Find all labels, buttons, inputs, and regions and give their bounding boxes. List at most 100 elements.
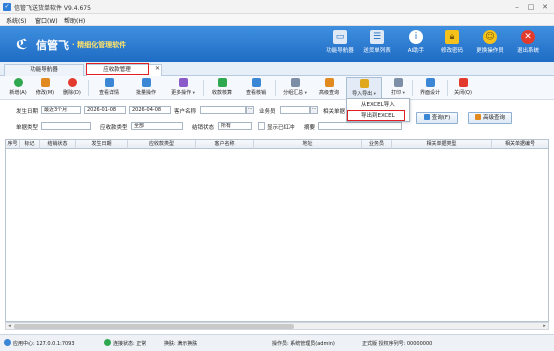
col-address[interactable]: 地址 [254,140,362,149]
col-mark[interactable]: 标记 [20,140,40,149]
lock-icon: 🔒︎ [445,30,459,44]
salesman-input[interactable] [280,106,310,114]
date-from-field[interactable]: 2026-01-08 [84,106,126,114]
scroll-left-icon[interactable]: ◂ [6,323,13,329]
advanced-query-button[interactable]: 高级查询 [468,112,512,124]
advanced-query-toolbar-button[interactable]: 高级查询 [314,77,344,99]
advanced-query-icon [324,78,334,87]
batch-operation-button[interactable]: 批量操作 [130,77,162,99]
search-icon [423,114,430,120]
scrollbar-thumb[interactable] [14,324,294,329]
nav-delivery-list[interactable]: ☰ 送货单列表 [357,30,397,60]
import-export-button[interactable]: 导入导出 ▾ [346,77,382,99]
nav-exit-system[interactable]: ✕ 退出系统 [508,30,548,60]
settle-status-select[interactable]: 所有 [218,122,252,130]
app-icon: ✓ [3,3,11,11]
menu-window[interactable]: 窗口(W) [35,16,58,25]
customer-input[interactable] [200,106,246,114]
summary-icon [290,78,300,87]
details-icon [104,78,114,87]
more-operations-button[interactable]: 更多操作 ▾ [166,77,200,99]
close-window-button[interactable]: ✕ [540,2,550,12]
nav-switch-operator[interactable]: ☺ 更换操作员 [470,30,510,60]
delete-button[interactable]: 删除(D) [60,77,84,99]
ar-type-label: 应收款类型 [100,125,128,131]
group-summary-button[interactable]: 分组汇总 ▾ [278,77,312,99]
add-button[interactable]: 新增(A) [6,77,30,99]
col-salesman[interactable]: 业务员 [362,140,392,149]
horizontal-scrollbar[interactable]: ◂ ▸ [5,322,549,330]
folder-icon [359,79,369,88]
date-label: 发生日期 [16,109,39,115]
edit-icon [40,78,50,87]
list-icon: ☰ [370,30,384,44]
window-title: 信管飞送货单软件 V9.4.675 [14,5,91,12]
title-bar: ✓ 信管飞送货单软件 V9.4.675 – □ ✕ [0,0,554,14]
col-index[interactable]: 序号 [6,140,20,149]
batch-icon [141,78,151,87]
salesman-label: 业务员 [259,109,276,115]
toolbar-separator [447,80,448,96]
receipt-settlement-button[interactable]: 收款核算 [206,77,238,99]
close-tab-button[interactable]: 关闭(Q) [450,77,476,99]
server-status: 应用中心: 127.0.0.1:7093 [13,341,75,347]
toolbar-separator [203,80,204,96]
nav-change-password[interactable]: 🔒︎ 修改密码 [432,30,472,60]
tab-close-icon[interactable]: ✕ [155,65,160,72]
chevron-down-icon: ▾ [304,91,307,96]
menu-item-import-excel[interactable]: 从EXCEL导入 [349,100,407,110]
status-bar: 应用中心: 127.0.0.1:7093 连接状态: 正常 换肤: 满示换肤 操… [0,334,554,351]
show-red-checkbox[interactable] [258,122,265,130]
doc-type-select[interactable] [41,122,91,130]
customer-picker-button[interactable]: ··· [246,106,254,114]
col-related-doc-no[interactable]: 相关单据编号 [492,140,548,149]
filter-panel: 发生日期 最近3个月 2026-01-08 2026-04-08 客户名称 ··… [0,101,554,139]
connection-icon [104,339,111,346]
table-header: 序号 标记 结销状态 发生日期 应收款类型 客户名称 地址 业务员 相关单据类型… [6,140,548,149]
col-settle-status[interactable]: 结销状态 [40,140,76,149]
advanced-query-icon [474,114,481,120]
view-writeoff-button[interactable]: 查看核销 [240,77,272,99]
view-details-button[interactable]: 查看详情 [93,77,125,99]
menu-help[interactable]: 帮助(H) [64,16,85,25]
banner: ℭ 信管飞 · 精细化管理软件 ▭ 功能导航器 ☰ 送货单列表 i AI助手 🔒… [0,26,554,62]
scroll-right-icon[interactable]: ▸ [541,323,548,329]
chevron-down-icon: ▾ [192,91,195,96]
writeoff-icon [251,78,261,87]
server-icon [4,339,11,346]
ar-type-select[interactable]: 全部 [131,122,183,130]
toolbar-separator [275,80,276,96]
menu-system[interactable]: 系统(S) [6,16,27,25]
date-to-field[interactable]: 2026-04-08 [129,106,171,114]
logo-text: 信管飞 [36,39,69,52]
date-range-select[interactable]: 最近3个月 [41,106,81,114]
maximize-button[interactable]: □ [526,2,536,12]
tab-strip: 功能导航器 应收款管理 [0,62,554,76]
logo-mark: ℭ [16,37,28,53]
col-customer[interactable]: 客户名称 [196,140,254,149]
salesman-picker-button[interactable]: ··· [310,106,318,114]
nav-function-navigator[interactable]: ▭ 功能导航器 [320,30,360,60]
print-button[interactable]: 打印 ▾ [386,77,410,99]
logo-subtitle: · 精细化管理软件 [72,41,127,49]
settle-status-label: 结销状态 [192,125,215,131]
menu-bar: 系统(S) 窗口(W) 帮助(H) [0,14,554,26]
tab-function-navigator[interactable]: 功能导航器 [4,64,84,76]
add-icon [13,78,23,87]
edit-button[interactable]: 修改(M) [33,77,57,99]
minimize-button[interactable]: – [512,2,522,12]
user-icon: ☺ [483,30,497,44]
col-ar-type[interactable]: 应收款类型 [128,140,196,149]
col-date[interactable]: 发生日期 [76,140,128,149]
summary-input[interactable] [318,122,402,130]
operator-status: 操作员: 系统管理员(admin) [272,341,335,347]
summary-label: 摘要 [304,125,316,131]
nav-ai-assistant[interactable]: i AI助手 [396,30,436,60]
col-related-doc-type[interactable]: 相关单据类型 [392,140,492,149]
skin-status: 换肤: 满示换肤 [164,341,198,347]
highlight-box [86,63,149,75]
receivables-table[interactable]: 序号 标记 结销状态 发生日期 应收款类型 客户名称 地址 业务员 相关单据类型… [5,139,549,322]
close-icon [458,78,468,87]
query-button[interactable]: 查询(F) [416,112,458,124]
interface-design-button[interactable]: 界面设计 [415,77,445,99]
